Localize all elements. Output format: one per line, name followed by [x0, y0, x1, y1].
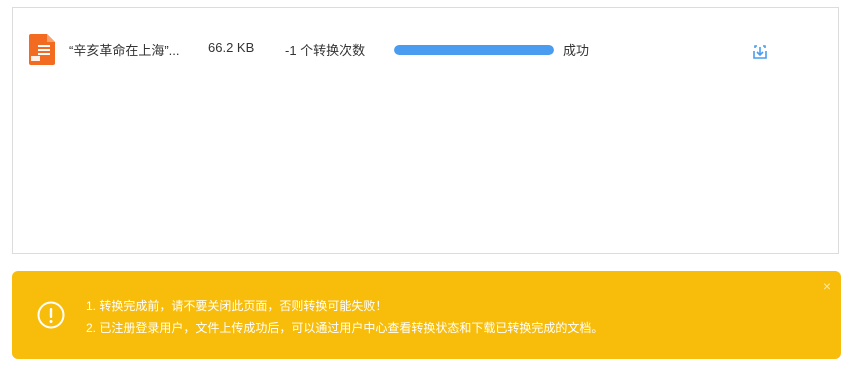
status-text: 成功	[563, 43, 590, 58]
convert-count: -1 个转换次数	[285, 43, 366, 58]
file-row: “辛亥革命在上海”... 66.2 KB -1 个转换次数 成功	[13, 8, 838, 88]
file-size: 66.2 KB	[208, 40, 255, 55]
file-list-panel: “辛亥革命在上海”... 66.2 KB -1 个转换次数 成功	[12, 7, 839, 254]
progress-fill	[394, 45, 554, 55]
notice-banner: 1. 转换完成前，请不要关闭此页面，否则转换可能失败！ 2. 已注册登录用户，文…	[12, 271, 841, 359]
progress-bar	[394, 45, 554, 55]
close-icon[interactable]: ×	[823, 279, 831, 293]
document-file-icon	[29, 34, 55, 65]
notice-text: 1. 转换完成前，请不要关闭此页面，否则转换可能失败！ 2. 已注册登录用户，文…	[86, 295, 603, 339]
notice-line: 1. 转换完成前，请不要关闭此页面，否则转换可能失败！	[86, 299, 388, 313]
download-icon[interactable]	[751, 43, 769, 61]
file-name: “辛亥革命在上海”...	[69, 43, 180, 58]
exclamation-circle-icon	[37, 301, 65, 329]
notice-line: 2. 已注册登录用户，文件上传成功后，可以通过用户中心查看转换状态和下载已转换完…	[86, 321, 604, 335]
